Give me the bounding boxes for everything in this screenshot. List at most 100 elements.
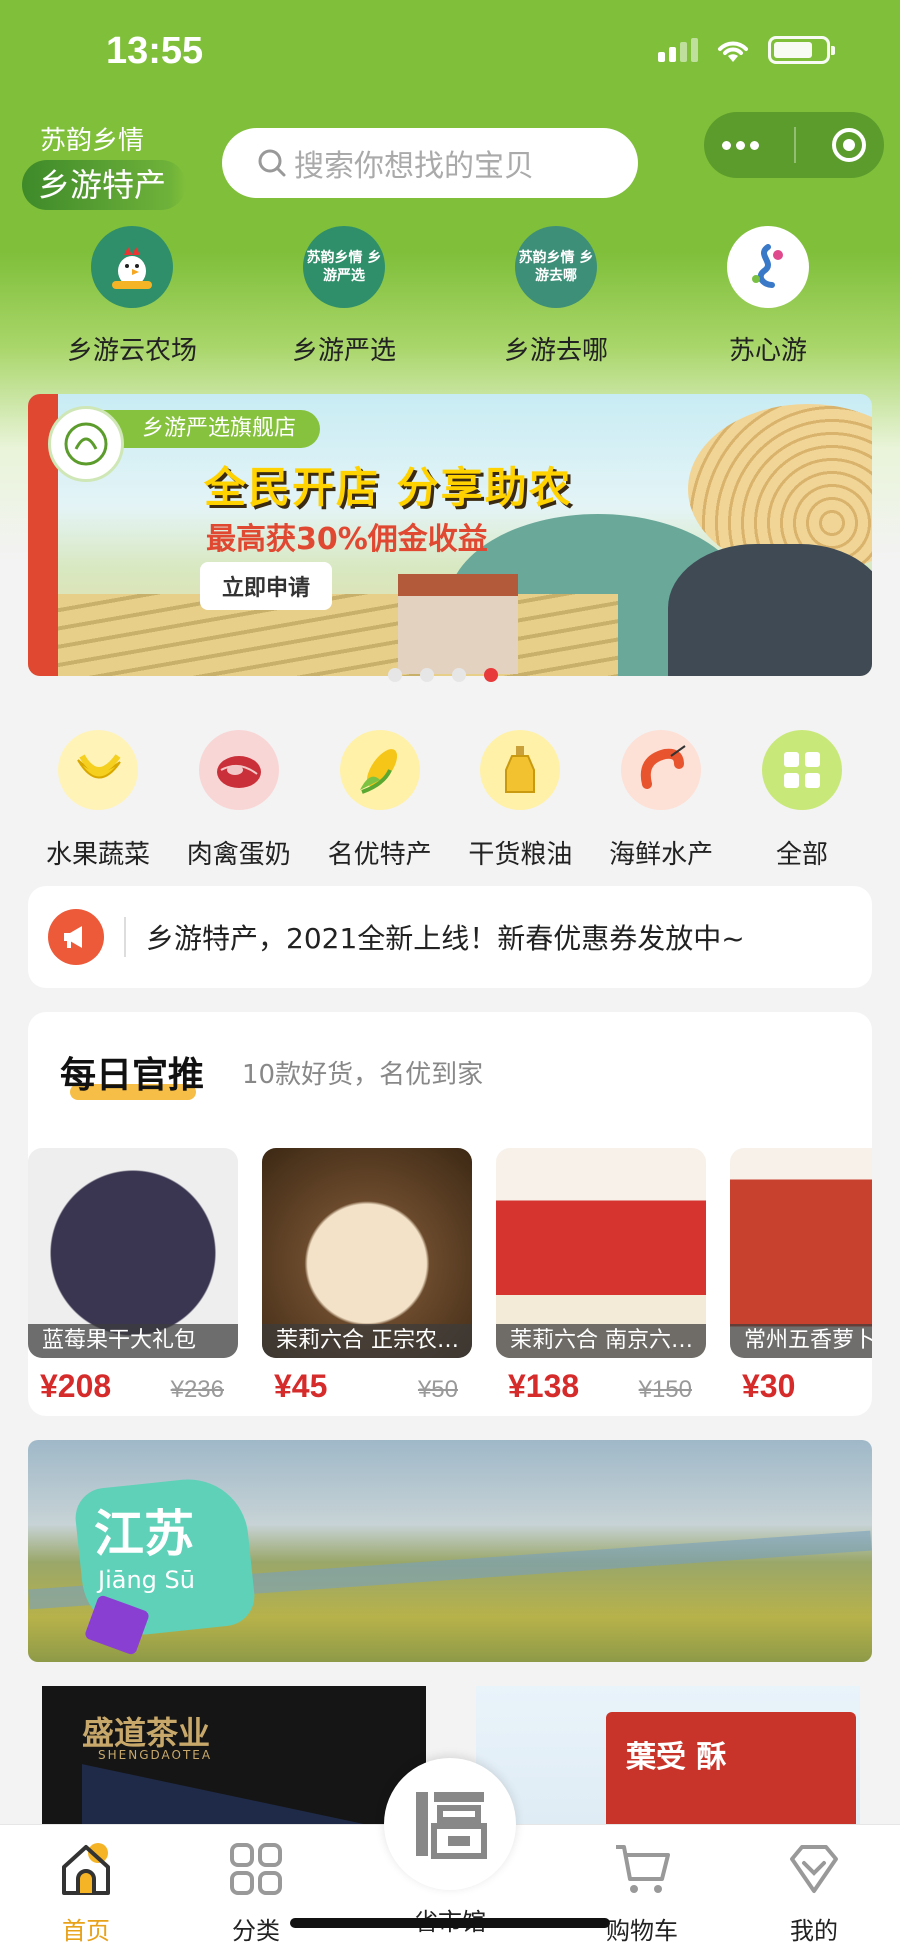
product-name: 茉莉六合 南京六…: [496, 1324, 706, 1358]
daily-picks-card: 每日官推 10款好货，名优到家 蓝莓果干大礼包 ¥208 ¥236 茉莉六合 正…: [28, 1012, 872, 1416]
announcement-bar[interactable]: 乡游特产，2021全新上线！新春优惠券发放中~: [28, 886, 872, 988]
grid-icon: [761, 730, 842, 810]
search-icon: [258, 149, 286, 177]
tab-home[interactable]: 首页: [26, 1839, 146, 1946]
cart-icon: [616, 1845, 670, 1893]
top-nav-label: 乡游去哪: [503, 336, 608, 366]
home-icon: [62, 1843, 110, 1895]
promo-banner[interactable]: 乡游严选旗舰店 全民开店 分享助农 最高获30%佣金收益 立即申请: [28, 394, 872, 676]
tab-label: 购物车: [606, 1917, 678, 1945]
pager-dot[interactable]: [420, 668, 434, 682]
product-image: 茉莉六合 正宗农…: [262, 1148, 472, 1358]
product-card[interactable]: 茉莉六合 正宗农… ¥45 ¥50: [262, 1148, 472, 1405]
status-time: 13:55: [106, 30, 204, 72]
top-nav-item-farm[interactable]: 乡游云农场: [32, 226, 232, 367]
product-name: 蓝莓果干大礼包: [28, 1324, 238, 1358]
product-old-price: ¥150: [638, 1376, 692, 1403]
more-icon[interactable]: [721, 140, 759, 150]
tab-cart[interactable]: 购物车: [582, 1839, 702, 1946]
top-nav-label: 乡游严选: [291, 336, 396, 366]
promo-pastry-text: 葉受 酥: [626, 1740, 727, 1775]
status-icons: [658, 36, 835, 64]
category-row: 水果蔬菜 肉禽蛋奶 名优特产 干货粮油 海鲜水产 全部: [28, 730, 872, 871]
pager-dot[interactable]: [388, 668, 402, 682]
wifi-icon: [718, 41, 748, 62]
announcement-text: 乡游特产，2021全新上线！新春优惠券发放中~: [146, 922, 745, 955]
product-price: ¥30: [742, 1368, 796, 1404]
product-carousel[interactable]: 蓝莓果干大礼包 ¥208 ¥236 茉莉六合 正宗农… ¥45 ¥50 茉莉六合…: [28, 1148, 872, 1405]
category-label: 全部: [775, 840, 828, 870]
product-card[interactable]: 常州五香萝卜干 ¥30: [730, 1148, 872, 1405]
promo-tea-brand-en: SHENGDAOTEA: [98, 1748, 213, 1762]
shrimp-icon: [621, 730, 702, 810]
brand-title[interactable]: 乡游特产: [22, 160, 187, 210]
banana-icon: [58, 730, 138, 810]
product-image: 茉莉六合 南京六…: [496, 1148, 706, 1358]
product-old-price: ¥50: [417, 1376, 458, 1403]
where-logo-icon: 苏韵乡情 乡游去哪: [515, 226, 597, 308]
product-price: ¥208: [40, 1368, 112, 1404]
product-old-price: ¥236: [170, 1376, 224, 1403]
top-nav-item-suxinyou[interactable]: 苏心游: [668, 226, 868, 367]
pager-dot-active[interactable]: [484, 668, 498, 682]
steak-icon: [198, 730, 279, 810]
category-fruit-veg[interactable]: 水果蔬菜: [28, 730, 168, 871]
daily-picks-subtitle: 10款好货，名优到家: [242, 1060, 484, 1090]
jiangsu-title: 江苏: [94, 1505, 194, 1563]
banner-apply-button[interactable]: 立即申请: [200, 562, 333, 610]
category-label: 干货粮油: [468, 840, 573, 870]
category-meat-egg[interactable]: 肉禽蛋奶: [169, 730, 309, 871]
category-label: 名优特产: [327, 840, 432, 870]
category-label: 海鲜水产: [609, 840, 714, 870]
product-image: 常州五香萝卜干: [730, 1148, 872, 1358]
tab-label: 分类: [232, 1917, 280, 1945]
home-indicator: [290, 1918, 610, 1928]
battery-icon: [768, 36, 835, 64]
product-price: ¥138: [508, 1368, 580, 1404]
search-placeholder: 搜索你想找的宝贝: [294, 149, 534, 184]
close-miniprogram-icon[interactable]: [832, 128, 867, 162]
select-logo-icon: 苏韵乡情 乡游严选: [303, 226, 385, 308]
daily-picks-title: 每日官推: [60, 1055, 205, 1096]
banner-subtitle: 最高获30%佣金收益: [206, 522, 488, 557]
category-all[interactable]: 全部: [732, 730, 872, 871]
top-nav-item-where[interactable]: 苏韵乡情 乡游去哪 乡游去哪: [456, 226, 656, 367]
banner-store-tag: 乡游严选旗舰店: [98, 410, 321, 448]
miniprogram-capsule: [704, 112, 884, 178]
grid-icon: [230, 1843, 282, 1895]
top-nav-item-select[interactable]: 苏韵乡情 乡游严选 乡游严选: [244, 226, 444, 367]
category-label: 水果蔬菜: [45, 840, 150, 870]
oil-bottle-icon: [480, 730, 561, 810]
category-specialty[interactable]: 名优特产: [310, 730, 450, 871]
farm-logo-icon: [91, 226, 173, 308]
top-nav-label: 乡游云农场: [66, 336, 197, 366]
category-label: 肉禽蛋奶: [186, 840, 291, 870]
jiangsu-banner[interactable]: 江苏 Jiāng Sū: [28, 1440, 872, 1662]
tab-province-pavilion[interactable]: [384, 1758, 516, 1890]
suxinyou-logo-icon: [727, 226, 809, 308]
banner-pager: [388, 668, 498, 682]
search-input[interactable]: 搜索你想找的宝贝: [222, 128, 638, 198]
brand-subtitle: 苏韵乡情: [40, 126, 145, 156]
product-card[interactable]: 蓝莓果干大礼包 ¥208 ¥236: [28, 1148, 238, 1405]
profile-icon: [790, 1845, 838, 1893]
pavilion-icon: [416, 1792, 487, 1859]
jiangsu-pinyin: Jiāng Sū: [98, 1566, 195, 1594]
tab-label: 我的: [790, 1917, 838, 1945]
product-card[interactable]: 茉莉六合 南京六… ¥138 ¥150: [496, 1148, 706, 1405]
megaphone-icon: [48, 909, 104, 965]
category-seafood[interactable]: 海鲜水产: [591, 730, 731, 871]
tab-profile[interactable]: 我的: [754, 1839, 874, 1946]
signal-icon: [658, 38, 698, 62]
pager-dot[interactable]: [452, 668, 466, 682]
tab-category[interactable]: 分类: [196, 1839, 316, 1946]
store-logo-icon: [48, 406, 124, 482]
product-price: ¥45: [274, 1368, 328, 1404]
tab-label: 首页: [62, 1917, 110, 1945]
banner-title: 全民开店 分享助农: [204, 463, 573, 512]
product-name: 茉莉六合 正宗农…: [262, 1324, 472, 1358]
category-dry-goods[interactable]: 干货粮油: [450, 730, 590, 871]
product-name: 常州五香萝卜干: [730, 1324, 872, 1358]
corn-icon: [339, 730, 420, 810]
product-image: 蓝莓果干大礼包: [28, 1148, 238, 1358]
